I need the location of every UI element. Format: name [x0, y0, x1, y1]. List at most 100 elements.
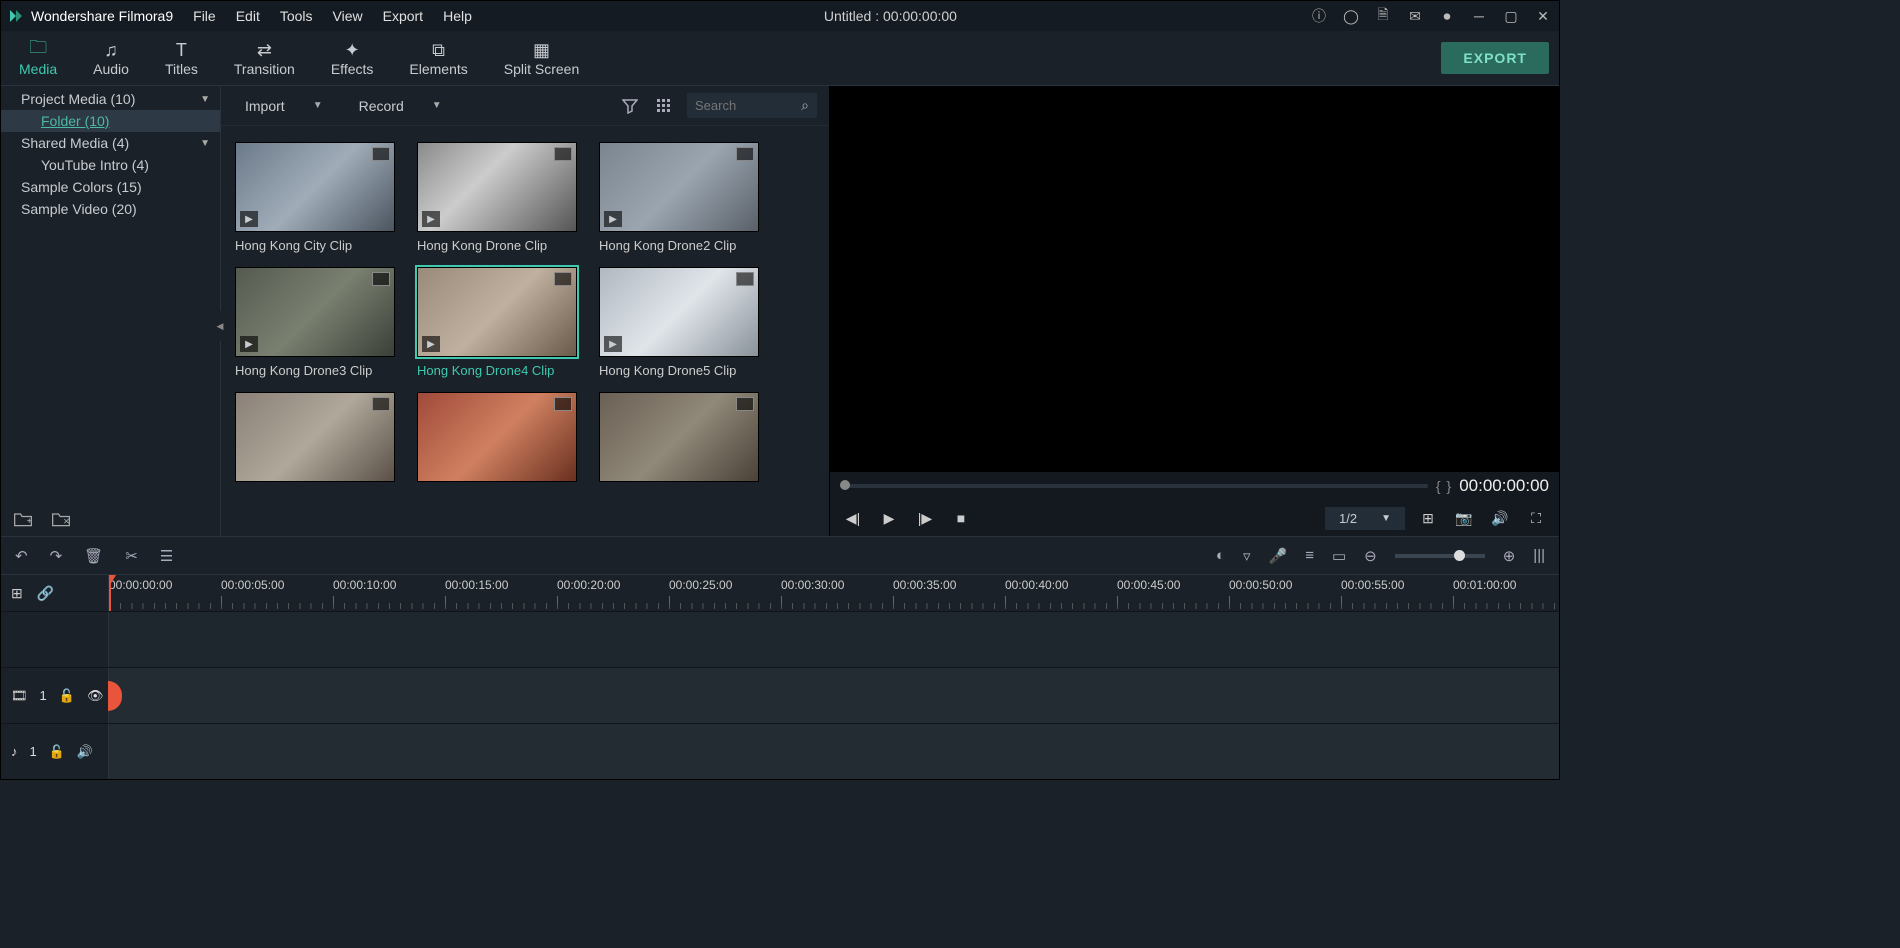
new-folder-icon[interactable]: [13, 510, 33, 528]
add-to-timeline-icon[interactable]: ▶: [422, 336, 440, 352]
tab-elements[interactable]: ⧉Elements: [391, 31, 485, 85]
grid-view-icon[interactable]: [653, 95, 675, 117]
tab-media[interactable]: 🗀Media: [1, 31, 75, 85]
media-clip[interactable]: ▶Hong Kong City Clip: [235, 142, 395, 253]
search-icon[interactable]: ⌕: [801, 97, 809, 114]
snapshot-icon[interactable]: 📷: [1451, 505, 1477, 531]
tab-transition[interactable]: ⇄Transition: [216, 31, 313, 85]
sidebar-item[interactable]: Project Media (10)▼: [1, 88, 220, 110]
redo-button[interactable]: ↷: [50, 547, 63, 565]
menu-file[interactable]: File: [193, 8, 216, 24]
folder-icon: 🗀: [29, 39, 47, 61]
prev-frame-button[interactable]: ◀|: [840, 505, 866, 531]
preview-timecode: 00:00:00:00: [1459, 476, 1549, 496]
split-button[interactable]: ✂: [125, 547, 138, 565]
mark-in-icon[interactable]: {: [1436, 478, 1441, 494]
zoom-slider[interactable]: [1395, 554, 1485, 558]
tab-effects[interactable]: ✦Effects: [313, 31, 392, 85]
mail-icon[interactable]: ✉: [1405, 8, 1425, 25]
media-clip[interactable]: ▶Hong Kong Drone3 Clip: [235, 267, 395, 378]
adjust-button[interactable]: ☰: [160, 547, 173, 565]
sidebar-item[interactable]: YouTube Intro (4): [1, 154, 220, 176]
timeline-ruler[interactable]: 00:00:00:0000:00:05:0000:00:10:0000:00:1…: [109, 575, 1559, 611]
search-box[interactable]: ⌕: [687, 93, 817, 118]
lock-icon[interactable]: 🔓: [59, 688, 75, 704]
voiceover-icon[interactable]: 🎤: [1269, 547, 1288, 565]
tab-splitscreen[interactable]: ▦Split Screen: [486, 31, 597, 85]
account-icon[interactable]: ◯: [1341, 8, 1361, 25]
film-badge-icon: [372, 147, 390, 161]
tab-titles[interactable]: TTitles: [147, 31, 216, 85]
sidebar-item[interactable]: Folder (10): [1, 110, 220, 132]
record-dropdown[interactable]: Record▼: [347, 94, 454, 118]
export-button[interactable]: EXPORT: [1441, 42, 1549, 74]
ruler-tick: 00:00:35:00: [893, 578, 956, 592]
media-clip[interactable]: ▶ Hong Kong Drone4 Clip: [417, 267, 577, 378]
add-to-timeline-icon[interactable]: ▶: [604, 336, 622, 352]
link-icon[interactable]: 🔗: [37, 585, 54, 602]
delete-button[interactable]: 🗑: [84, 547, 103, 565]
minimize-icon[interactable]: ─: [1469, 8, 1489, 24]
quality-icon[interactable]: ⊞: [1415, 505, 1441, 531]
play-button[interactable]: ▶: [876, 505, 902, 531]
visibility-icon[interactable]: 👁: [87, 688, 104, 704]
clip-thumbnail: [235, 392, 395, 482]
media-clip[interactable]: [599, 392, 759, 488]
collapse-sidebar-icon[interactable]: ◀: [215, 311, 225, 341]
filter-icon[interactable]: [619, 95, 641, 117]
add-to-timeline-icon[interactable]: ▶: [240, 336, 258, 352]
stop-button[interactable]: ■: [948, 505, 974, 531]
film-badge-icon: [372, 272, 390, 286]
clip-thumbnail: [599, 392, 759, 482]
zoom-out-icon[interactable]: ⊖: [1364, 547, 1377, 565]
menu-view[interactable]: View: [333, 8, 363, 24]
menu-export[interactable]: Export: [383, 8, 423, 24]
menu-help[interactable]: Help: [443, 8, 472, 24]
zoom-fit-icon[interactable]: |||: [1533, 547, 1545, 564]
preview-scale-dropdown[interactable]: 1/2▼: [1325, 507, 1405, 530]
media-clip[interactable]: [235, 392, 395, 488]
add-to-timeline-icon[interactable]: ▶: [604, 211, 622, 227]
mark-out-icon[interactable]: }: [1447, 478, 1452, 494]
undo-button[interactable]: ↶: [15, 547, 28, 565]
zoom-in-icon[interactable]: ⊕: [1503, 547, 1516, 565]
ruler-tick: 00:01:00:00: [1453, 578, 1516, 592]
search-input[interactable]: [695, 98, 801, 113]
add-track-icon[interactable]: ⊞: [11, 585, 23, 602]
crop-icon[interactable]: ▭: [1332, 547, 1346, 565]
preview-scrubber[interactable]: [840, 484, 1428, 488]
lock-icon[interactable]: 🔓: [49, 744, 65, 760]
menu-edit[interactable]: Edit: [236, 8, 260, 24]
maximize-icon[interactable]: ▢: [1501, 8, 1521, 25]
media-clip[interactable]: ▶Hong Kong Drone Clip: [417, 142, 577, 253]
video-track[interactable]: 🎞 1 🔓 👁: [1, 667, 1559, 723]
media-clip[interactable]: [417, 392, 577, 488]
audio-track[interactable]: ♪ 1 🔓 🔊: [1, 723, 1559, 779]
playhead[interactable]: [109, 575, 111, 611]
add-to-timeline-icon[interactable]: ▶: [422, 211, 440, 227]
mute-icon[interactable]: 🔊: [77, 744, 93, 760]
marker-icon[interactable]: ▿: [1243, 547, 1251, 565]
clip-label: Hong Kong Drone4 Clip: [417, 363, 577, 378]
fullscreen-icon[interactable]: ⛶: [1523, 505, 1549, 531]
next-frame-button[interactable]: |▶: [912, 505, 938, 531]
menu-tools[interactable]: Tools: [280, 8, 313, 24]
delete-folder-icon[interactable]: [51, 510, 71, 528]
info-icon[interactable]: ⓘ: [1309, 6, 1329, 26]
mic-icon[interactable]: ⏺: [1437, 8, 1457, 25]
sidebar-item[interactable]: Sample Colors (15): [1, 176, 220, 198]
audio-mixer-icon[interactable]: ≡: [1305, 547, 1314, 564]
tab-audio[interactable]: ♫Audio: [75, 31, 147, 85]
save-icon[interactable]: 🗎: [1373, 4, 1393, 28]
media-clip[interactable]: ▶Hong Kong Drone2 Clip: [599, 142, 759, 253]
preview-canvas[interactable]: [830, 86, 1559, 472]
volume-icon[interactable]: 🔊: [1487, 505, 1513, 531]
import-dropdown[interactable]: Import▼: [233, 94, 335, 118]
sidebar-item[interactable]: Sample Video (20): [1, 198, 220, 220]
ruler-tick: 00:00:20:00: [557, 578, 620, 592]
add-to-timeline-icon[interactable]: ▶: [240, 211, 258, 227]
media-clip[interactable]: ▶Hong Kong Drone5 Clip: [599, 267, 759, 378]
close-icon[interactable]: ✕: [1533, 8, 1553, 25]
sidebar-item[interactable]: Shared Media (4)▼: [1, 132, 220, 154]
render-icon[interactable]: ◐: [1216, 547, 1225, 564]
